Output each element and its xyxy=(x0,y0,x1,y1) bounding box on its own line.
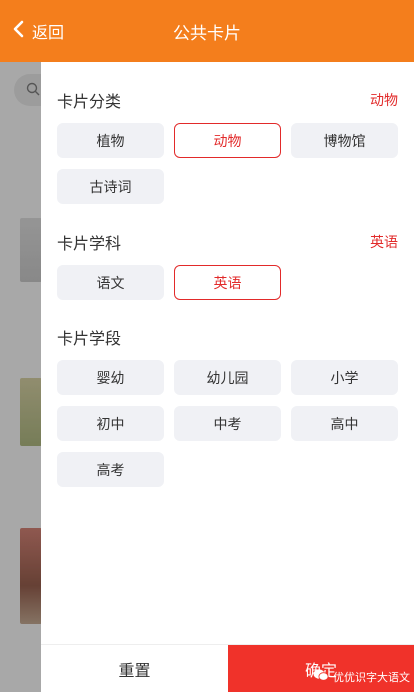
chip-stage-zhongkao[interactable]: 中考 xyxy=(174,406,281,441)
watermark-text: 优优识字大语文 xyxy=(333,670,410,684)
drawer-footer: 重置 确定 优优识字大语文 xyxy=(41,644,414,692)
stage-title: 卡片学段 xyxy=(57,329,122,348)
chip-stage-kindergarten[interactable]: 幼儿园 xyxy=(174,360,281,395)
chip-subject-english[interactable]: 英语 xyxy=(174,265,281,300)
subject-section-header: 卡片学科 英语 xyxy=(57,230,398,254)
back-label: 返回 xyxy=(32,23,65,42)
app-header: 返回 公共卡片 xyxy=(0,0,414,62)
confirm-button[interactable]: 确定 优优识字大语文 xyxy=(228,645,414,692)
chip-category-animal[interactable]: 动物 xyxy=(174,123,281,158)
category-title: 卡片分类 xyxy=(57,92,122,111)
stage-section-header: 卡片学段 xyxy=(57,325,398,349)
chip-category-poetry[interactable]: 古诗词 xyxy=(57,169,164,204)
chip-stage-senior-high[interactable]: 高中 xyxy=(291,406,398,441)
chip-category-museum[interactable]: 博物馆 xyxy=(291,123,398,158)
reset-button[interactable]: 重置 xyxy=(41,645,228,692)
wechat-icon xyxy=(313,668,329,685)
subject-title: 卡片学科 xyxy=(57,234,122,253)
chip-category-plant[interactable]: 植物 xyxy=(57,123,164,158)
back-button[interactable]: 返回 xyxy=(12,0,64,62)
category-selected-value: 动物 xyxy=(370,93,398,109)
category-section-header: 卡片分类 动物 xyxy=(57,88,398,112)
subject-selected-value: 英语 xyxy=(370,235,398,251)
chip-stage-primary[interactable]: 小学 xyxy=(291,360,398,395)
chip-stage-infant[interactable]: 婴幼 xyxy=(57,360,164,395)
chip-stage-gaokao[interactable]: 高考 xyxy=(57,452,164,487)
chevron-left-icon xyxy=(12,20,26,42)
filter-drawer: 卡片分类 动物 植物 动物 博物馆 古诗词 卡片学科 英语 语文 英语 卡片学段… xyxy=(41,62,414,692)
watermark: 优优识字大语文 xyxy=(313,668,410,685)
chip-subject-chinese[interactable]: 语文 xyxy=(57,265,164,300)
chip-stage-junior-high[interactable]: 初中 xyxy=(57,406,164,441)
